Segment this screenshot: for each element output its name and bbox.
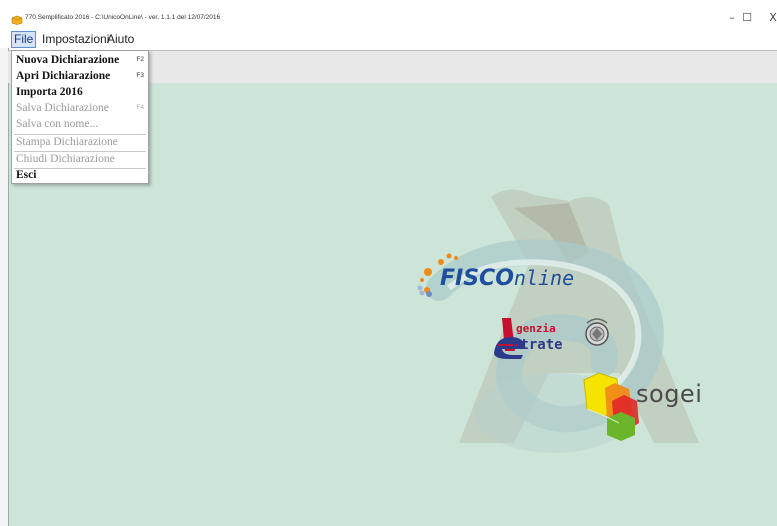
maximize-button[interactable]: ☐ [737, 11, 757, 25]
file-menu-dropdown: Nuova Dichiarazione F2 Apri Dichiarazion… [11, 50, 149, 184]
sogei-logo-text: sogei [636, 380, 703, 408]
window-title: 770 Semplificato 2016 - C:\UnicoOnLine\ … [25, 14, 221, 21]
menu-item-salva-dichiarazione[interactable]: Salva Dichiarazione F4 [12, 101, 148, 117]
menu-item-label: Chiudi Dichiarazione [16, 153, 115, 165]
menu-item-label: Esci [16, 169, 37, 181]
menu-item-salva-con-nome[interactable]: Salva con nome... [12, 117, 148, 133]
close-button[interactable]: X [763, 11, 777, 25]
menu-item-label: Nuova Dichiarazione [16, 54, 120, 66]
title-bar: 770 Semplificato 2016 - C:\UnicoOnLine\ … [0, 0, 777, 30]
menu-item-nuova-dichiarazione[interactable]: Nuova Dichiarazione F2 [12, 53, 148, 69]
menu-aiuto[interactable]: Aiuto [105, 32, 136, 47]
menu-item-label: Importa 2016 [16, 86, 83, 98]
menu-file-label: File [14, 32, 34, 46]
menu-bar: File Impostazioni Aiuto [0, 30, 777, 48]
menu-item-apri-dichiarazione[interactable]: Apri Dichiarazione F3 [12, 69, 148, 85]
menu-item-stampa-dichiarazione[interactable]: Stampa Dichiarazione [12, 135, 148, 151]
menu-item-chiudi-dichiarazione[interactable]: Chiudi Dichiarazione [12, 152, 148, 168]
menu-impostazioni[interactable]: Impostazioni [40, 32, 111, 47]
menu-item-label: Apri Dichiarazione [16, 70, 111, 82]
menu-item-shortcut: F3 [136, 72, 144, 79]
menu-item-esci[interactable]: Esci [12, 168, 148, 184]
app-icon [11, 15, 23, 25]
menu-aiuto-label: Aiuto [107, 32, 135, 46]
menu-item-label: Salva con nome... [16, 118, 99, 130]
menu-item-importa-2016[interactable]: Importa 2016 [12, 85, 148, 101]
menu-item-label: Salva Dichiarazione [16, 102, 109, 114]
menu-item-shortcut: F2 [136, 56, 144, 63]
menu-file[interactable]: File [11, 31, 37, 48]
menu-impostazioni-label: Impostazioni [42, 32, 110, 46]
menu-item-shortcut: F4 [136, 104, 144, 111]
menu-item-label: Stampa Dichiarazione [16, 136, 118, 148]
